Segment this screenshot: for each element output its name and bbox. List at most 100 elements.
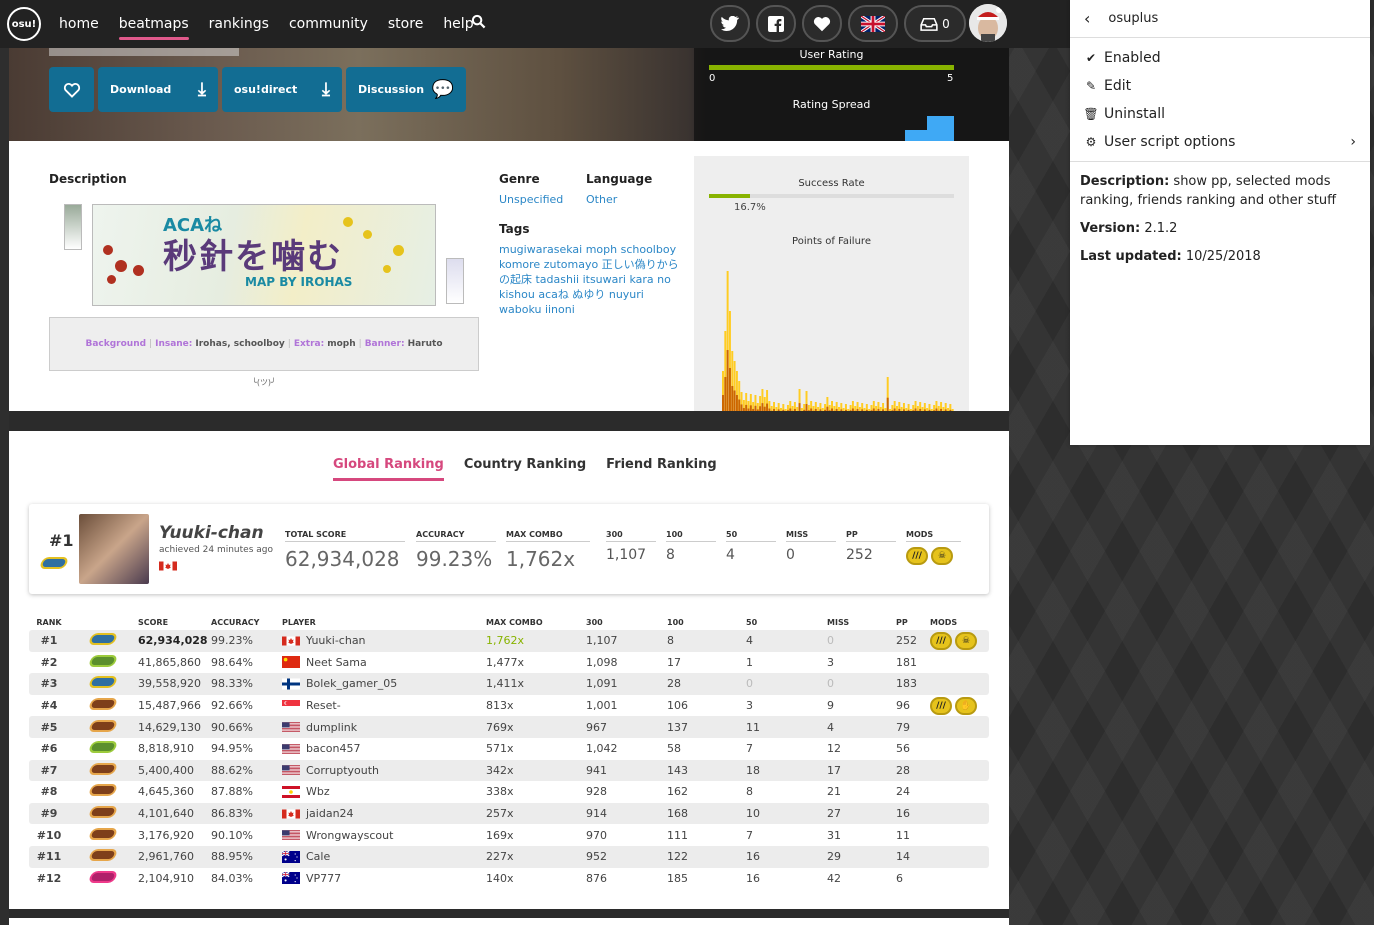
exit-bar xyxy=(752,408,755,411)
discussion-button[interactable]: Discussion 💬 xyxy=(346,67,466,112)
failure-bar xyxy=(817,407,820,411)
genre-link[interactable]: Unspecified xyxy=(499,193,563,206)
player-link[interactable]: Cale xyxy=(306,850,330,863)
grade-cell xyxy=(69,806,138,821)
rating-spread-bar xyxy=(927,116,954,141)
nav-links: home beatmaps rankings community store h… xyxy=(59,0,474,48)
cell-300: 970 xyxy=(586,828,607,842)
cell-accuracy: 84.03% xyxy=(211,871,253,885)
failure-bar xyxy=(933,405,936,411)
failure-bar xyxy=(786,405,789,411)
language-flag-icon[interactable] xyxy=(848,5,898,42)
exit-bar xyxy=(786,410,789,411)
player-link[interactable]: jaidan24 xyxy=(306,807,354,820)
top-player-avatar[interactable] xyxy=(79,514,149,584)
language-heading: Language xyxy=(586,172,653,186)
cell-50: 3 xyxy=(746,699,753,713)
cell-miss: 9 xyxy=(827,699,834,713)
twitter-icon[interactable] xyxy=(710,5,750,42)
exit-bar xyxy=(798,403,801,411)
language-link[interactable]: Other xyxy=(586,193,617,206)
cell-max-combo: 1,477x xyxy=(486,655,525,669)
cell-score: 5,400,400 xyxy=(138,763,194,777)
country-flag-icon xyxy=(282,785,300,798)
nav-store[interactable]: store xyxy=(388,0,423,48)
updated-text: 10/25/2018 xyxy=(1185,249,1261,264)
cell-max-combo: 169x xyxy=(486,828,514,842)
failure-bar xyxy=(863,408,866,411)
mod-suddendeath-icon: ☠ xyxy=(955,631,977,650)
top-player-name[interactable]: Yuuki-chan xyxy=(159,523,264,543)
nav-help[interactable]: help xyxy=(443,0,473,48)
failure-bar xyxy=(842,408,845,411)
exit-bar xyxy=(766,403,769,411)
osudirect-button[interactable]: osu!direct ⤓ xyxy=(222,67,342,112)
grade-cell xyxy=(69,784,138,799)
image-next[interactable] xyxy=(446,258,464,304)
tags-list[interactable]: mugiwarasekai moph schoolboy komore zuto… xyxy=(499,242,679,317)
user-avatar[interactable] xyxy=(969,4,1007,42)
menu-user-script-options[interactable]: ⚙ User script options › xyxy=(1070,128,1370,156)
comments-icon: 💬 xyxy=(431,79,454,100)
player-link[interactable]: dumplink xyxy=(306,721,357,734)
version-label: Version: xyxy=(1080,221,1141,236)
cell-max-combo: 342x xyxy=(486,763,514,777)
player-link[interactable]: Wbz xyxy=(306,785,330,798)
favourite-button[interactable] xyxy=(49,67,94,112)
back-chevron-icon[interactable]: ‹ xyxy=(1084,9,1090,28)
player-link[interactable]: VP777 xyxy=(306,872,341,885)
nav-home[interactable]: home xyxy=(59,0,99,48)
tab-country-ranking[interactable]: Country Ranking xyxy=(464,457,586,481)
failure-bar xyxy=(896,406,898,411)
description-banner-image: ACAね 秒針を噛む MAP BY IROHAS xyxy=(92,204,436,306)
image-prev[interactable] xyxy=(64,204,82,250)
exit-bar xyxy=(898,408,901,411)
search-icon[interactable] xyxy=(471,14,486,29)
player-link[interactable]: Reset- xyxy=(306,699,341,712)
tab-friend-ranking[interactable]: Friend Ranking xyxy=(606,457,717,481)
user-rating-label: User Rating xyxy=(799,48,864,61)
osu-logo[interactable]: osu! xyxy=(7,7,41,41)
exit-bar xyxy=(844,409,847,411)
failure-bar xyxy=(854,406,857,411)
player-link[interactable]: Neet Sama xyxy=(306,656,367,669)
inbox-button[interactable]: 0 xyxy=(904,5,966,42)
cell-50: 11 xyxy=(746,720,760,734)
updated-label: Last updated: xyxy=(1080,249,1182,264)
cell-max-combo: 257x xyxy=(486,807,514,821)
menu-uninstall[interactable]: 🗑 Uninstall xyxy=(1070,100,1370,128)
player-link[interactable]: Bolek_gamer_05 xyxy=(306,677,397,690)
exit-bar xyxy=(893,408,896,411)
player-link[interactable]: Yuuki-chan xyxy=(306,634,366,647)
nav-community[interactable]: community xyxy=(289,0,368,48)
cell-50: 16 xyxy=(746,871,760,885)
facebook-icon[interactable] xyxy=(756,5,796,42)
description-heading: Description xyxy=(49,172,127,186)
heart-icon[interactable] xyxy=(802,5,842,42)
failure-bar xyxy=(879,407,882,411)
exit-bar xyxy=(733,390,736,411)
player-link[interactable]: Corruptyouth xyxy=(306,764,379,777)
country-flag-icon xyxy=(282,850,300,863)
menu-edit[interactable]: ✎ Edit xyxy=(1070,72,1370,100)
nav-rankings[interactable]: rankings xyxy=(209,0,269,48)
cell-50: 8 xyxy=(746,785,753,799)
download-button[interactable]: Download ⤓ xyxy=(98,67,218,112)
header-buttons: Download ⤓ osu!direct ⤓ Discussion 💬 xyxy=(49,67,466,112)
cell-accuracy: 88.62% xyxy=(211,763,253,777)
cell-50: 10 xyxy=(746,807,760,821)
failure-bar xyxy=(884,408,887,411)
exit-bar xyxy=(919,408,922,411)
nav-beatmaps[interactable]: beatmaps xyxy=(118,0,189,48)
stat-max-combo: MAX COMBO 1,762x xyxy=(506,530,590,571)
cell-rank: #6 xyxy=(40,742,58,756)
menu-enabled[interactable]: ✔ Enabled xyxy=(1070,44,1370,72)
player-link[interactable]: bacon457 xyxy=(306,742,360,755)
player-link[interactable]: Wrongwayscout xyxy=(306,829,393,842)
cell-100: 185 xyxy=(667,871,688,885)
failure-bar xyxy=(775,407,778,411)
grade-b-icon xyxy=(87,719,119,732)
grade-cell xyxy=(69,698,138,713)
tab-global-ranking[interactable]: Global Ranking xyxy=(333,457,444,481)
mod-suddendeath-icon: ☠ xyxy=(931,547,953,565)
